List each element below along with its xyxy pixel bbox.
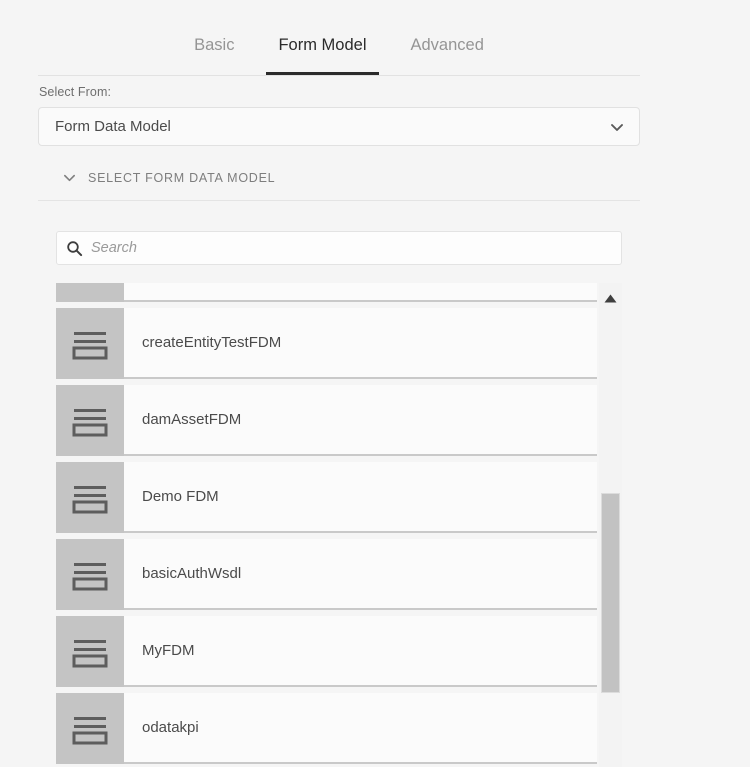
list-item-body: basicAuthWsdl [124,539,597,610]
list-item-label: createEntityTestFDM [142,334,282,351]
tab-bar: Basic Form Model Advanced [38,0,640,76]
search-icon [57,240,91,257]
tab-advanced[interactable]: Advanced [389,36,506,76]
select-from-value: Form Data Model [55,118,171,135]
form-data-model-icon [56,462,124,533]
triangle-up-icon[interactable] [599,283,622,313]
list-item[interactable]: damAssetFDM [56,385,597,456]
select-form-data-model-accordion[interactable]: SELECT FORM DATA MODEL [38,155,640,201]
list-item[interactable]: Demo FDM [56,462,597,533]
list-item[interactable]: createEntityTestFDM [56,308,597,379]
chevron-down-icon [595,119,639,135]
list-item-body: Demo FDM [124,462,597,533]
search-input[interactable] [91,232,621,264]
list-scrollbar[interactable] [599,283,622,767]
list-item-body: MyFDM [124,616,597,687]
scroll-thumb[interactable] [601,493,620,693]
list-item-body: odatakpi [124,693,597,764]
list-inner: createEntityTestFDM damAssetFDM Demo FDM… [56,283,597,767]
list-item-label: basicAuthWsdl [142,565,242,582]
list-item[interactable]: odatakpi [56,693,597,764]
form-data-model-icon [56,616,124,687]
select-from-dropdown[interactable]: Form Data Model [38,107,640,146]
list-item-label: MyFDM [142,642,195,659]
form-data-model-icon [56,539,124,610]
list-item[interactable]: MyFDM [56,616,597,687]
tab-list: Basic Form Model Advanced [38,0,640,75]
search-box[interactable] [56,231,622,265]
form-data-model-icon [56,693,124,764]
chevron-down-icon [52,170,86,185]
tab-form-model[interactable]: Form Model [256,36,388,76]
list-item[interactable]: basicAuthWsdl [56,539,597,610]
list-item-body: createEntityTestFDM [124,308,597,379]
tab-basic[interactable]: Basic [172,36,256,76]
list-item-body [124,283,597,302]
list-item-label: odatakpi [142,719,199,736]
select-from-label: Select From: [39,85,112,99]
list-item-body: damAssetFDM [124,385,597,456]
list-item-label: damAssetFDM [142,411,242,428]
form-data-model-icon [56,385,124,456]
form-data-model-list: createEntityTestFDM damAssetFDM Demo FDM… [56,283,597,767]
list-item[interactable] [56,283,597,302]
accordion-title: SELECT FORM DATA MODEL [88,170,276,185]
form-data-model-icon [56,283,124,302]
list-item-label: Demo FDM [142,488,219,505]
form-data-model-icon [56,308,124,379]
